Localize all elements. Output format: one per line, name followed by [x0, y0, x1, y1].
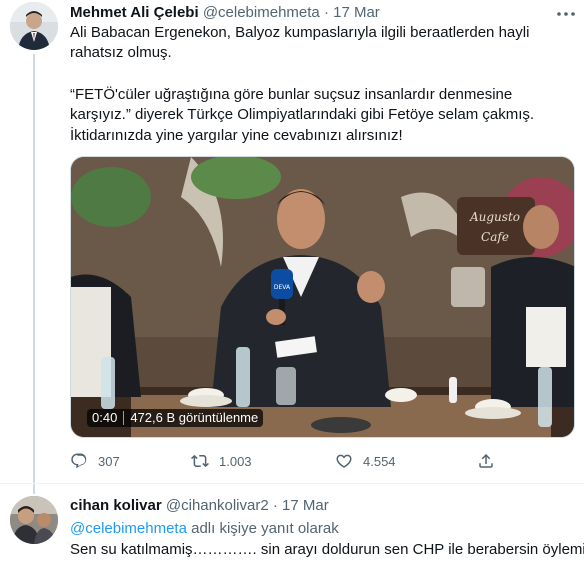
heart-icon — [336, 454, 352, 468]
tweet-paragraph-3: İktidarınızda yine yargılar yine cevabın… — [70, 127, 403, 144]
like-count: 4.554 — [363, 453, 396, 469]
reply-count: 307 — [98, 453, 120, 469]
meta-separator: · — [323, 4, 329, 21]
video-time: 0:40 — [92, 410, 118, 425]
reply-date[interactable]: 17 Mar — [282, 497, 329, 514]
tweet-paragraph-1: Ali Babacan Ergenekon, Balyoz kumpasları… — [70, 24, 530, 61]
tweet-date[interactable]: 17 Mar — [333, 4, 380, 21]
retweet-count: 1.003 — [219, 453, 252, 469]
main-tweet[interactable]: Mehmet Ali Çelebi @celebimehmeta · 17 Ma… — [0, 0, 584, 494]
like-button[interactable]: 4.554 — [335, 452, 396, 470]
replying-to-suffix: adlı kişiye yanıt olarak — [191, 520, 339, 537]
share-button[interactable] — [477, 452, 495, 470]
mic-label: DEVA — [274, 284, 291, 291]
author-handle[interactable]: @celebimehmeta — [203, 4, 320, 21]
author-avatar[interactable] — [10, 2, 58, 50]
cafe-sign-text: Augusto — [469, 210, 520, 224]
retweet-icon — [191, 454, 209, 468]
thread-line — [33, 54, 35, 494]
reply-icon — [71, 453, 87, 469]
retweet-button[interactable]: 1.003 — [191, 452, 252, 470]
tweet-divider — [0, 483, 584, 484]
reply-text: Sen su katılmamiş…………. sin arayı dolduru… — [70, 541, 584, 558]
view-count: 472,6 B görüntülenme — [130, 410, 259, 425]
replying-to-handle[interactable]: @celebimehmeta — [70, 520, 187, 537]
tweet-paragraph-2: “FETÖ'cüler uğraştığına göre bunlar suçs… — [70, 86, 535, 123]
replying-to: @celebimehmeta adlı kişiye yanıt olarak — [70, 519, 339, 539]
svg-text:Cafe: Cafe — [481, 230, 509, 244]
author-name[interactable]: Mehmet Ali Çelebi — [70, 4, 199, 21]
video-frame: Augusto Cafe DEVA — [71, 157, 574, 437]
reply-author-handle[interactable]: @cihankolivar2 — [166, 497, 269, 514]
badge-separator — [123, 411, 125, 425]
video-player[interactable]: Augusto Cafe DEVA 0:40 472,6 B görüntüle… — [70, 156, 575, 438]
reply-author-name[interactable]: cihan kolivar — [70, 497, 162, 514]
reply-button[interactable]: 307 — [70, 452, 120, 470]
video-info-badge: 0:40 472,6 B görüntülenme — [87, 409, 264, 427]
reply-author-avatar[interactable] — [10, 496, 58, 544]
tweet-actions: 307 1.003 4.554 — [70, 450, 510, 472]
reply-meta-separator: · — [272, 497, 278, 514]
reply-header: cihan kolivar @cihankolivar2 · 17 Mar — [70, 496, 329, 516]
tweet-header: Mehmet Ali Çelebi @celebimehmeta · 17 Ma… — [70, 3, 380, 23]
share-icon — [479, 453, 493, 468]
